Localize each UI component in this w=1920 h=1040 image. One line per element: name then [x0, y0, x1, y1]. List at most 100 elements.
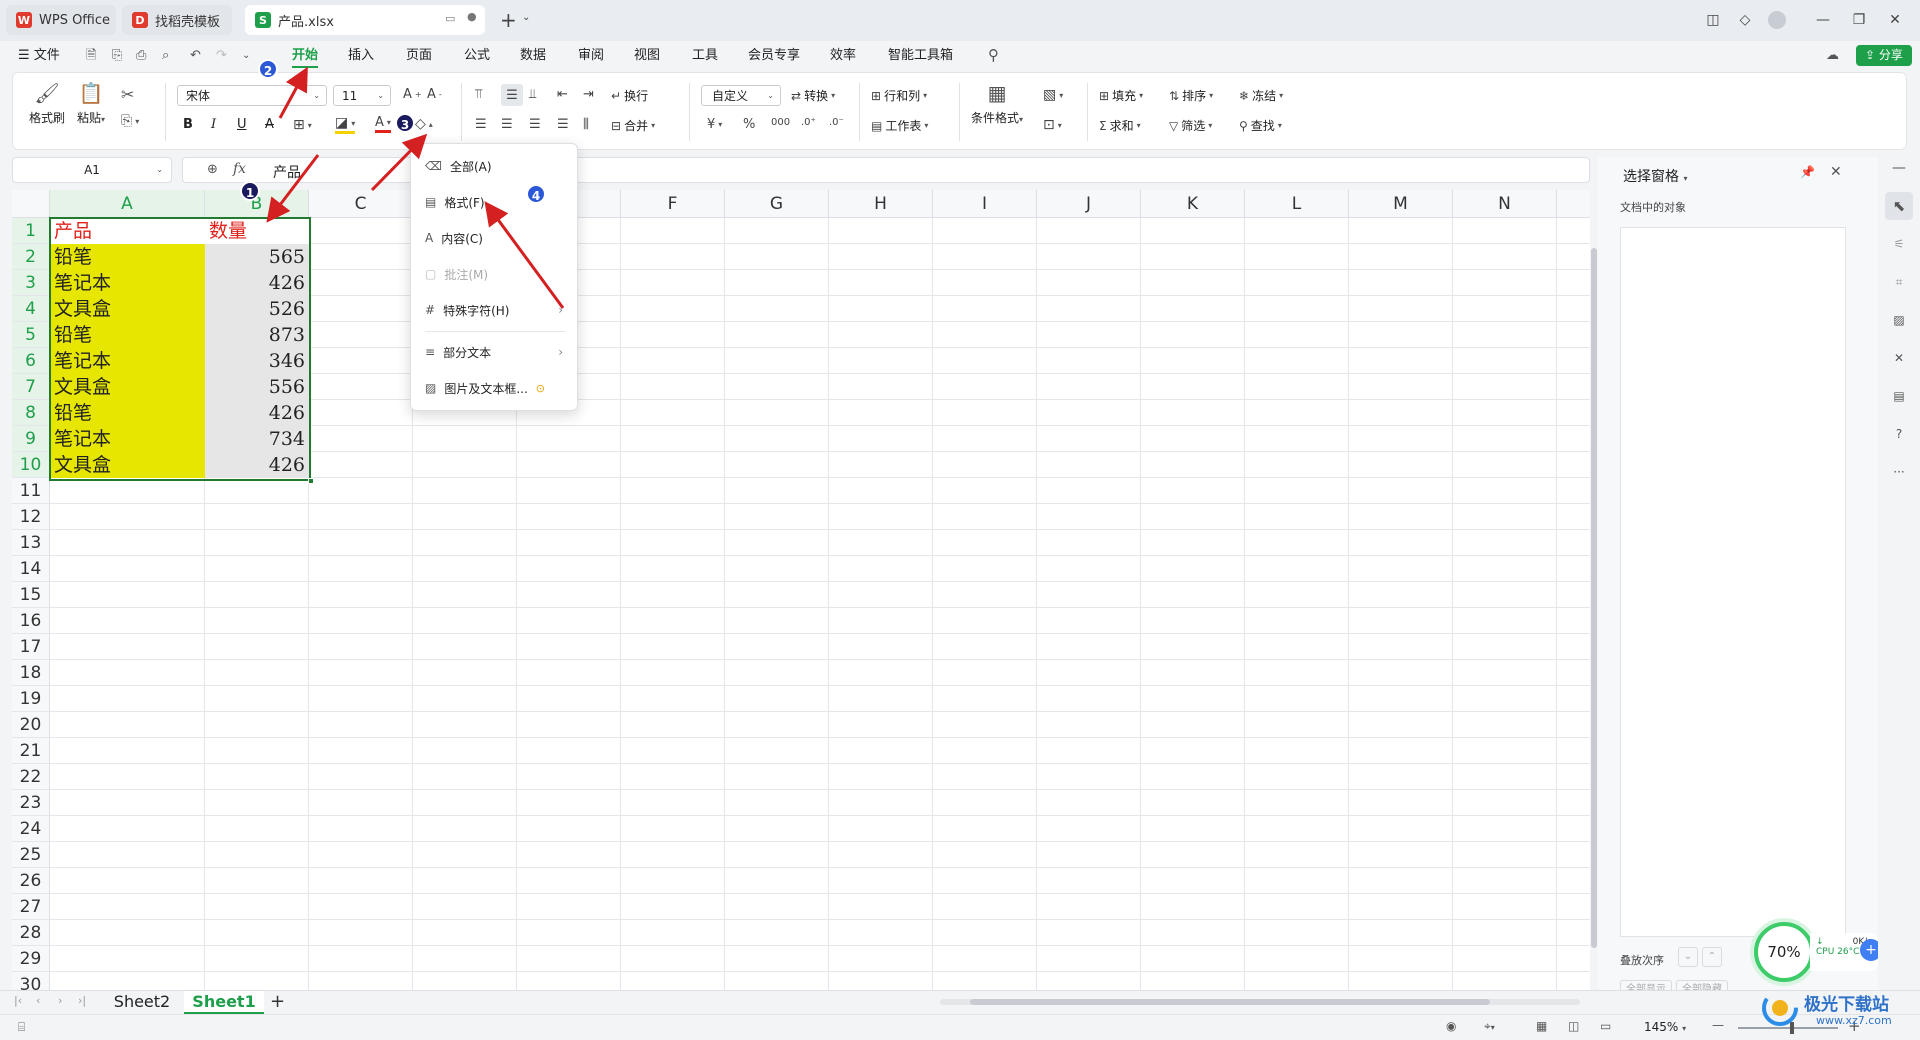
quantity-cell[interactable]: 526 [205, 296, 309, 322]
page-layout-icon[interactable]: ▭ [1600, 1019, 1611, 1033]
menu-tab-ai-tools[interactable]: 智能工具箱 [888, 41, 953, 70]
row-header-12[interactable]: 12 [12, 504, 50, 530]
product-cell[interactable]: 笔记本 [50, 270, 205, 296]
quantity-cell[interactable]: 565 [205, 244, 309, 270]
restore-icon[interactable]: ❐ [1846, 8, 1872, 32]
product-cell[interactable]: 铅笔 [50, 322, 205, 348]
scrollbar-thumb[interactable] [1591, 248, 1597, 948]
underline-icon[interactable]: U [237, 117, 247, 132]
row-header-19[interactable]: 19 [12, 686, 50, 712]
close-pane-icon[interactable]: ✕ [1830, 164, 1842, 180]
clear-all-item[interactable]: ⌫ 全部(A) [411, 150, 577, 182]
tools-icon[interactable]: ✕ [1885, 344, 1913, 372]
row-header-14[interactable]: 14 [12, 556, 50, 582]
row-header-5[interactable]: 5 [12, 322, 50, 348]
product-cell[interactable]: 铅笔 [50, 244, 205, 270]
merge-button[interactable]: ⊟ 合并 ▾ [611, 117, 655, 134]
row-col-button[interactable]: ⊞ 行和列 ▾ [871, 87, 927, 104]
first-sheet-icon[interactable]: |‹ [14, 994, 22, 1007]
tab-template[interactable]: D 找稻壳模板 [122, 5, 232, 35]
cpu-usage-gauge[interactable]: 70% [1754, 922, 1814, 982]
vertical-scrollbar[interactable] [1590, 218, 1598, 990]
menu-tab-review[interactable]: 审阅 [578, 41, 604, 70]
font-size-select[interactable]: 11 ⌄ [333, 85, 391, 106]
column-header-m[interactable]: M [1349, 190, 1453, 218]
row-header-16[interactable]: 16 [12, 608, 50, 634]
select-pointer-icon[interactable]: ⬉ [1885, 192, 1913, 220]
row-header-13[interactable]: 13 [12, 530, 50, 556]
redo-icon[interactable]: ↷ [216, 41, 227, 70]
row-header-26[interactable]: 26 [12, 868, 50, 894]
increase-decimal-icon[interactable]: .0⁺ [801, 117, 816, 128]
move-down-button[interactable]: ⌄ [1678, 947, 1698, 967]
find-button[interactable]: ⚲ 查找 ▾ [1239, 117, 1282, 134]
font-name-select[interactable]: 宋体 ⌄ [177, 85, 327, 106]
decrease-indent-icon[interactable]: ⇤ [557, 87, 568, 102]
export-icon[interactable]: ⎘ [112, 41, 122, 70]
menu-tab-view[interactable]: 视图 [634, 41, 660, 70]
row-header-10[interactable]: 10 [12, 452, 50, 478]
column-header-h[interactable]: H [829, 190, 933, 218]
share-button[interactable]: ⇪ 分享 [1856, 45, 1912, 66]
tab-wps-office[interactable]: W WPS Office [6, 5, 116, 35]
currency-icon[interactable]: ¥ ▾ [707, 117, 722, 132]
fill-handle[interactable] [308, 478, 314, 484]
header-cell[interactable]: 产品 [50, 218, 205, 244]
row-header-18[interactable]: 18 [12, 660, 50, 686]
layout-icon[interactable]: ◫ [1700, 8, 1726, 32]
column-header-k[interactable]: K [1141, 190, 1245, 218]
undo-icon[interactable]: ↶ [190, 41, 201, 70]
column-header-c[interactable]: C [309, 190, 413, 218]
formula-input-area[interactable]: ⊕ fx 产品 [182, 157, 1590, 183]
new-tab-icon[interactable]: + [500, 8, 517, 32]
column-header-l[interactable]: L [1245, 190, 1349, 218]
column-header-i[interactable]: I [933, 190, 1037, 218]
locate-icon[interactable]: ⌖▾ [1484, 1019, 1495, 1034]
quantity-cell[interactable]: 346 [205, 348, 309, 374]
thousands-icon[interactable]: 000 [771, 117, 790, 128]
convert-button[interactable]: ⇄ 转换 ▾ [791, 87, 835, 104]
row-header-25[interactable]: 25 [12, 842, 50, 868]
menu-tab-tools[interactable]: 工具 [692, 41, 718, 70]
decrease-decimal-icon[interactable]: .0⁻ [829, 117, 844, 128]
fill-color-icon[interactable]: ◪ ▾ [335, 115, 356, 134]
minimize-icon[interactable]: — [1810, 8, 1836, 32]
increase-indent-icon[interactable]: ⇥ [583, 87, 594, 102]
file-menu[interactable]: ☰ 文件 [18, 41, 60, 70]
row-header-7[interactable]: 7 [12, 374, 50, 400]
quantity-cell[interactable]: 426 [205, 452, 309, 478]
add-sheet-icon[interactable]: + [270, 991, 285, 1012]
special-chars-item[interactable]: # 特殊字符(H) › [411, 294, 577, 326]
increase-font-icon[interactable]: A + [403, 87, 422, 102]
row-header-2[interactable]: 2 [12, 244, 50, 270]
row-header-3[interactable]: 3 [12, 270, 50, 296]
align-right-icon[interactable]: ☰ [529, 117, 541, 132]
product-cell[interactable]: 文具盒 [50, 374, 205, 400]
row-header-20[interactable]: 20 [12, 712, 50, 738]
zoom-formula-icon[interactable]: ⊕ [207, 162, 218, 177]
objects-list[interactable] [1620, 227, 1846, 937]
header-cell[interactable]: 数量 [205, 218, 309, 244]
print-icon[interactable]: ⎙ [136, 41, 146, 70]
avatar[interactable] [1764, 8, 1790, 32]
monitor-icon[interactable]: ▭ [445, 12, 455, 25]
italic-icon[interactable]: I [211, 117, 216, 132]
row-header-28[interactable]: 28 [12, 920, 50, 946]
quick-access-chevron-icon[interactable]: ⌄ [242, 41, 250, 70]
copy-icon[interactable]: ⎘ ▾ [121, 113, 139, 129]
move-up-button[interactable]: ⌃ [1702, 947, 1722, 967]
cloud-icon[interactable]: ☁ [1826, 41, 1839, 70]
quantity-cell[interactable]: 426 [205, 270, 309, 296]
close-window-icon[interactable]: ✕ [1882, 8, 1908, 32]
clear-format-icon[interactable]: ◇ ▴ [415, 116, 433, 132]
row-header-17[interactable]: 17 [12, 634, 50, 660]
cut-icon[interactable]: ✂ [121, 85, 134, 104]
strikethrough-icon[interactable]: A [265, 117, 274, 132]
crop-icon[interactable]: ⌗ [1885, 268, 1913, 296]
sort-button[interactable]: ⇅ 排序 ▾ [1169, 87, 1213, 104]
menu-tab-member[interactable]: 会员专享 [748, 41, 800, 70]
save-icon[interactable]: 🗎 [86, 41, 96, 70]
quantity-cell[interactable]: 556 [205, 374, 309, 400]
row-header-29[interactable]: 29 [12, 946, 50, 972]
normal-view-icon[interactable]: ▦ [1536, 1019, 1547, 1033]
